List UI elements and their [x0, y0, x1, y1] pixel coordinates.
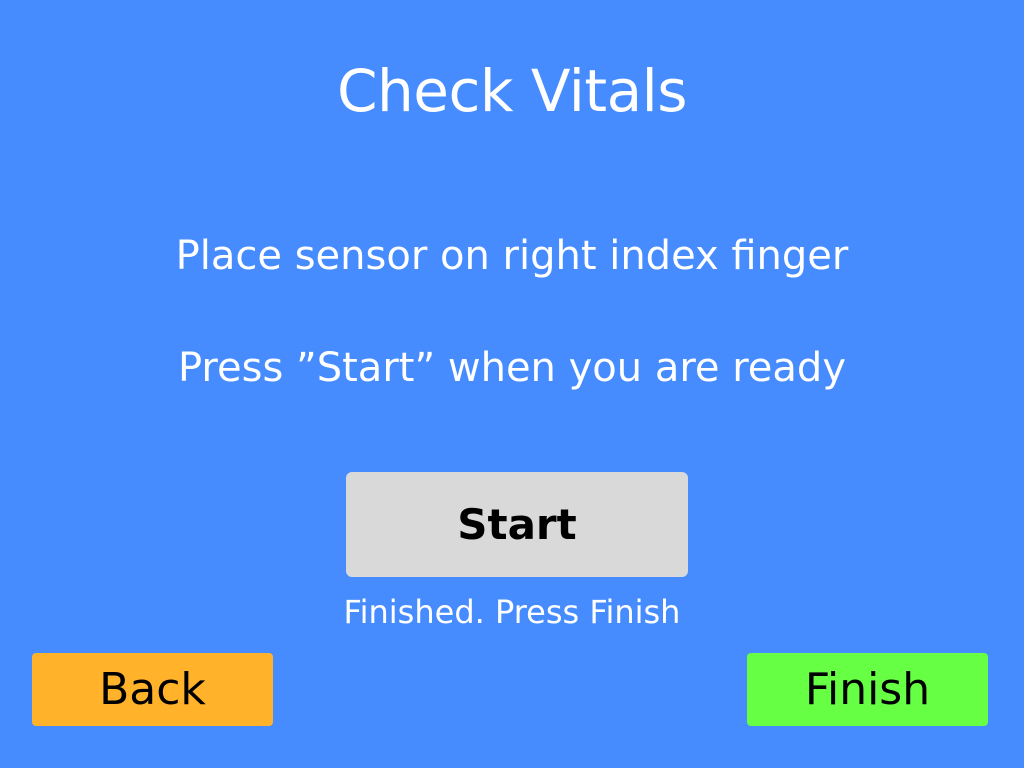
status-message: Finished. Press Finish [343, 593, 681, 631]
instruction-press-start: Press ”Start” when you are ready [178, 345, 846, 391]
finish-button[interactable]: Finish [747, 653, 988, 726]
back-button[interactable]: Back [32, 653, 273, 726]
check-vitals-screen: Check Vitals Place sensor on right index… [0, 0, 1024, 768]
instruction-sensor-placement: Place sensor on right index finger [175, 233, 849, 279]
start-button[interactable]: Start [346, 472, 688, 577]
page-title: Check Vitals [337, 57, 688, 125]
